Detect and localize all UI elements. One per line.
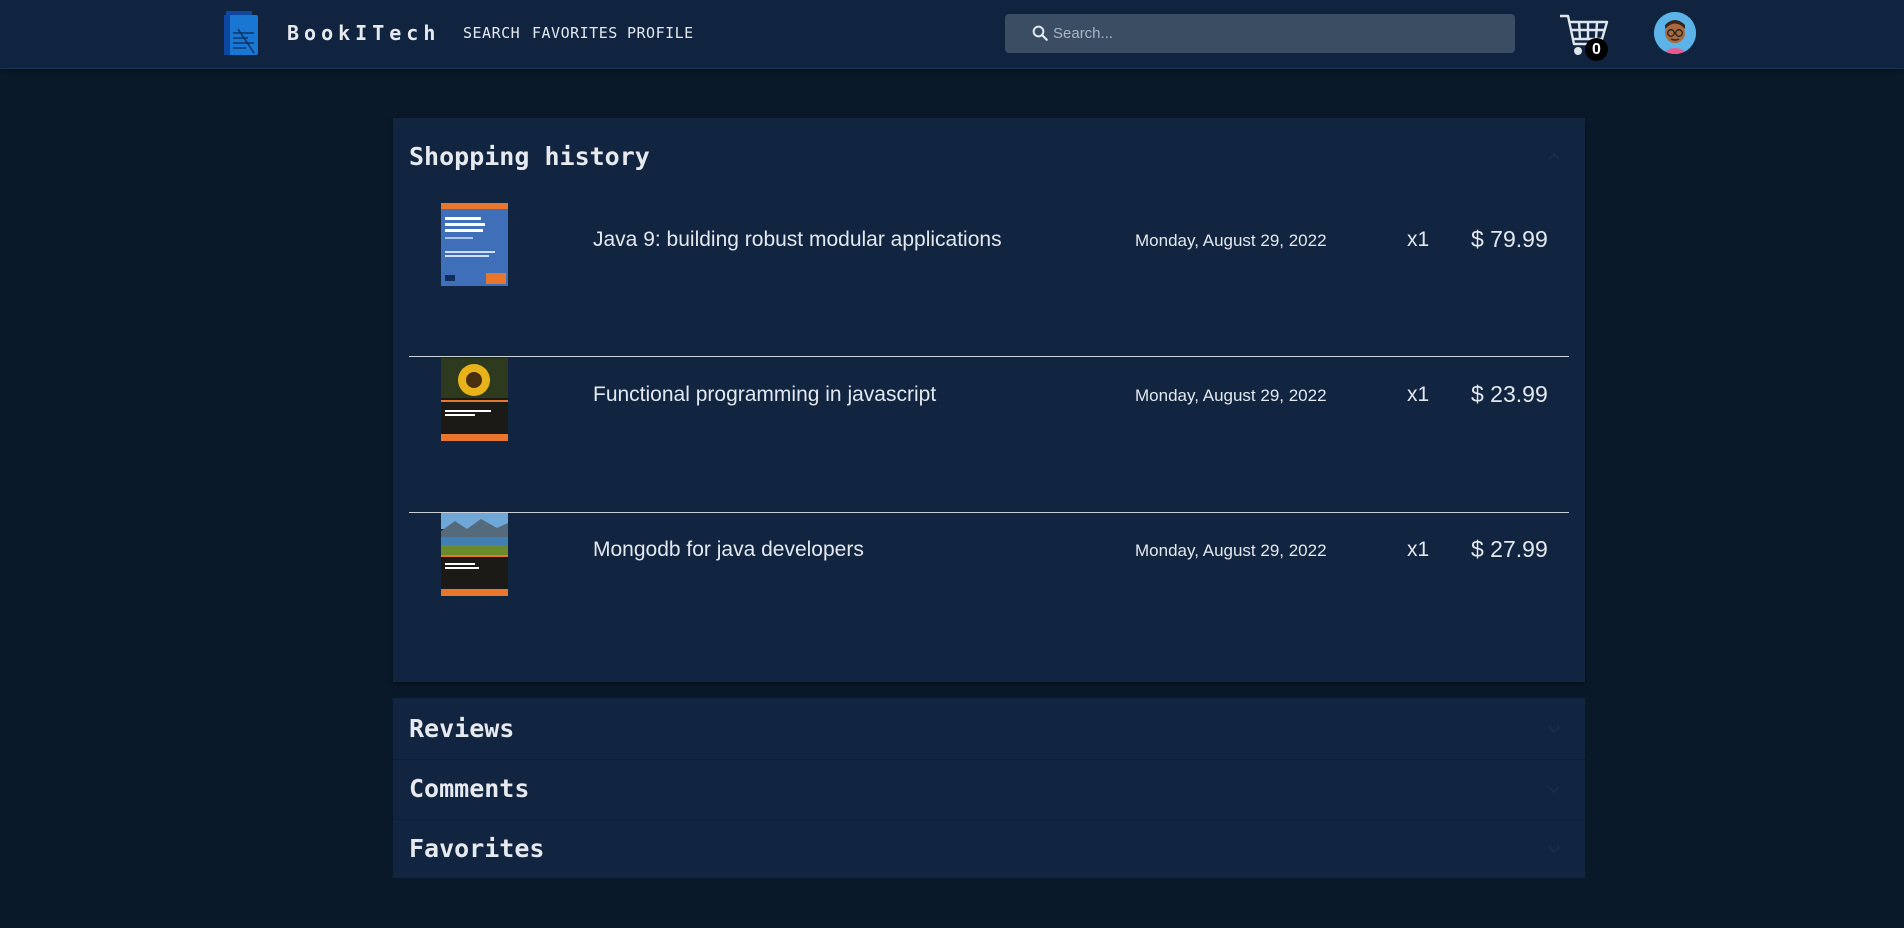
book-logo-icon[interactable] <box>224 11 260 55</box>
purchase-price: $ 27.99 <box>1471 536 1548 562</box>
avatar-face-icon <box>1654 12 1696 54</box>
search-field[interactable] <box>1005 14 1515 53</box>
search-input[interactable] <box>1053 14 1493 53</box>
reviews-panel[interactable]: Reviews <box>393 698 1585 760</box>
book-title: Mongodb for java developers <box>593 538 864 561</box>
purchase-date: Monday, August 29, 2022 <box>1135 231 1327 250</box>
purchase-price: $ 23.99 <box>1471 381 1548 407</box>
history-row[interactable]: Mongodb for java developers Monday, Augu… <box>409 475 1569 630</box>
reviews-title[interactable]: Reviews <box>409 714 514 743</box>
history-row[interactable]: Java 9: building robust modular applicat… <box>409 165 1569 320</box>
chevron-down-icon[interactable] <box>1547 844 1561 854</box>
chevron-down-icon[interactable] <box>1547 724 1561 734</box>
nav-favorites-link[interactable]: FAVORITES <box>532 24 618 42</box>
book-cover-mongodb[interactable] <box>441 513 508 596</box>
purchase-quantity: x1 <box>1407 538 1430 561</box>
search-icon <box>1032 25 1048 41</box>
cart-count-badge: 0 <box>1585 38 1608 61</box>
book-cover-functional-js[interactable] <box>441 358 508 441</box>
favorites-title[interactable]: Favorites <box>409 834 544 863</box>
comments-panel[interactable]: Comments <box>393 760 1585 820</box>
nav-search-link[interactable]: SEARCH <box>463 24 520 42</box>
book-title: Functional programming in javascript <box>593 383 937 406</box>
shopping-history-panel: Shopping history Java 9: building robust… <box>393 118 1585 682</box>
purchase-price: $ 79.99 <box>1471 226 1548 252</box>
history-row[interactable]: Functional programming in javascript Mon… <box>409 320 1569 475</box>
purchase-date: Monday, August 29, 2022 <box>1135 541 1327 560</box>
chevron-down-icon[interactable] <box>1547 784 1561 794</box>
purchase-quantity: x1 <box>1407 228 1430 251</box>
purchase-date: Monday, August 29, 2022 <box>1135 386 1327 405</box>
user-avatar[interactable] <box>1654 12 1696 54</box>
book-cover-java9[interactable] <box>441 203 508 286</box>
comments-title[interactable]: Comments <box>409 774 529 803</box>
purchase-quantity: x1 <box>1407 383 1430 406</box>
book-title: Java 9: building robust modular applicat… <box>593 228 1002 251</box>
favorites-panel[interactable]: Favorites <box>393 820 1585 878</box>
chevron-up-icon[interactable] <box>1547 151 1561 161</box>
brand-title[interactable]: BookITech <box>287 21 440 45</box>
nav-profile-link[interactable]: PROFILE <box>627 24 694 42</box>
top-app-bar: BookITech SEARCH FAVORITES PROFILE 0 <box>0 0 1904 69</box>
